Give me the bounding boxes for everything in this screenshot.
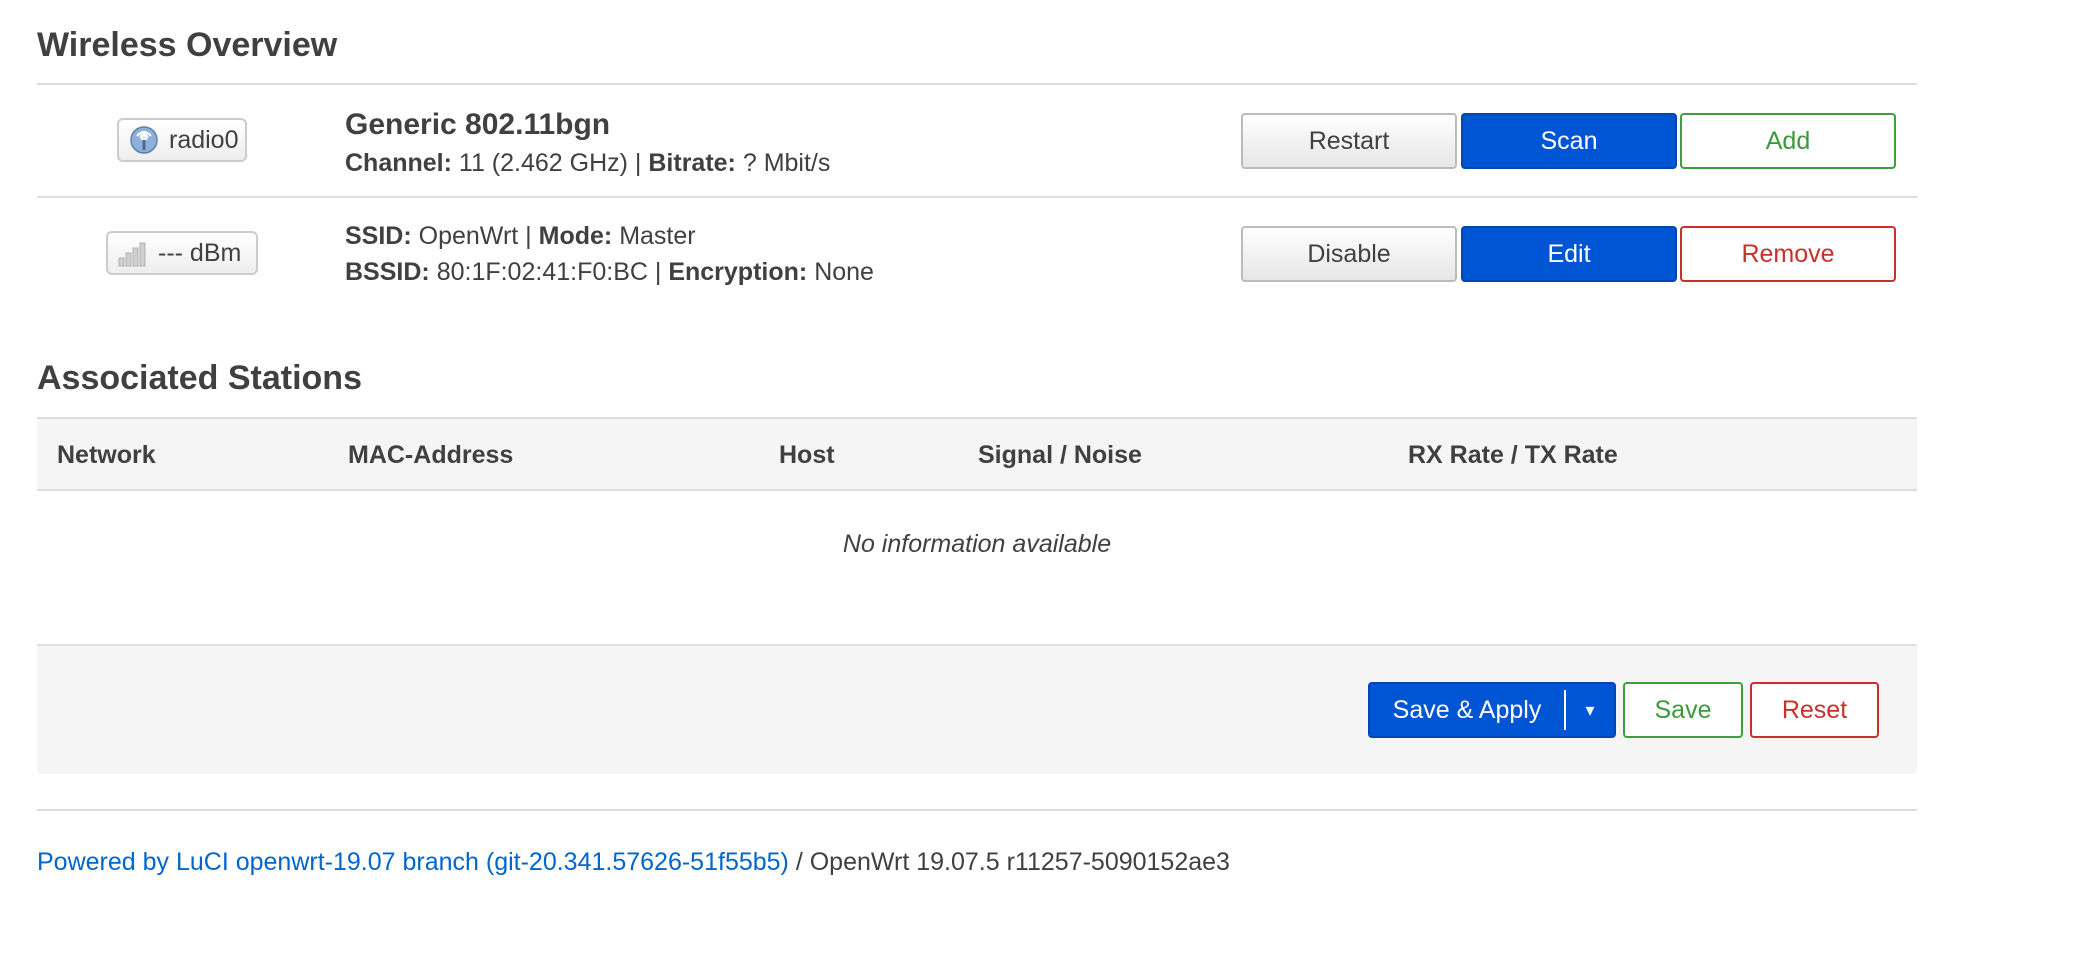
scan-button[interactable]: Scan (1461, 113, 1677, 169)
add-button[interactable]: Add (1680, 113, 1896, 169)
encryption-value: None (814, 258, 874, 286)
wifi-radio-icon (127, 125, 161, 155)
bitrate-value: ? Mbit/s (742, 149, 831, 177)
radio-device-row: radio0 Generic 802.11bgn Channel: 11 (2.… (37, 85, 1917, 197)
radio-name: Generic 802.11bgn (345, 108, 611, 141)
column-header-host: Host (779, 441, 835, 469)
disable-button[interactable]: Disable (1241, 226, 1457, 282)
radio-details: Channel: 11 (2.462 GHz) | Bitrate: ? Mbi… (345, 145, 830, 181)
signal-badge-label: --- dBm (158, 238, 242, 267)
save-apply-split-button: Save & Apply ▾ (1368, 682, 1616, 738)
footer-divider (37, 809, 1917, 811)
column-header-rx-tx-rate: RX Rate / TX Rate (1408, 441, 1618, 469)
column-header-mac-address: MAC-Address (348, 441, 514, 469)
network-bssid-line: BSSID: 80:1F:02:41:F0:BC | Encryption: N… (345, 254, 874, 290)
encryption-label: Encryption: (668, 258, 808, 286)
wireless-overview-title: Wireless Overview (37, 26, 338, 64)
radio-info: Generic 802.11bgn Channel: 11 (2.462 GHz… (345, 105, 830, 181)
separator: | (654, 258, 662, 286)
column-header-network: Network (57, 441, 156, 469)
wireless-network-row: --- dBm SSID: OpenWrt | Mode: Master BSS… (37, 198, 1917, 310)
signal-strength-icon (116, 238, 150, 268)
bssid-label: BSSID: (345, 258, 430, 286)
mode-value: Master (619, 222, 696, 250)
radio-badge: radio0 (117, 118, 247, 162)
save-button[interactable]: Save (1623, 682, 1743, 738)
stations-table-header: Network MAC-Address Host Signal / Noise … (37, 417, 1917, 491)
bitrate-label: Bitrate: (648, 149, 736, 177)
reset-button[interactable]: Reset (1750, 682, 1879, 738)
channel-label: Channel: (345, 149, 452, 177)
radio-badge-label: radio0 (169, 125, 239, 154)
luci-link[interactable]: Powered by LuCI openwrt-19.07 branch (gi… (37, 848, 789, 876)
associated-stations-title: Associated Stations (37, 359, 362, 397)
ssid-value: OpenWrt (418, 222, 519, 250)
channel-value: 11 (2.462 GHz) (458, 149, 628, 177)
column-header-signal-noise: Signal / Noise (978, 441, 1142, 469)
stations-empty-message: No information available (842, 530, 1112, 558)
separator: | (525, 222, 532, 250)
edit-button[interactable]: Edit (1461, 226, 1677, 282)
restart-button[interactable]: Restart (1241, 113, 1457, 169)
separator: | (634, 149, 642, 177)
openwrt-version: / OpenWrt 19.07.5 r11257-5090152ae3 (788, 848, 1230, 876)
bssid-value: 80:1F:02:41:F0:BC (436, 258, 648, 286)
footer: Powered by LuCI openwrt-19.07 branch (gi… (37, 848, 1230, 877)
network-info: SSID: OpenWrt | Mode: Master BSSID: 80:1… (345, 218, 874, 290)
signal-badge: --- dBm (106, 231, 258, 275)
remove-button[interactable]: Remove (1680, 226, 1896, 282)
chevron-down-icon[interactable]: ▾ (1566, 700, 1614, 721)
page-actions-bar: Save & Apply ▾ Save Reset (37, 644, 1917, 774)
ssid-label: SSID: (345, 222, 412, 250)
save-apply-button[interactable]: Save & Apply (1370, 690, 1566, 730)
mode-label: Mode: (538, 222, 613, 250)
network-ssid-line: SSID: OpenWrt | Mode: Master (345, 218, 874, 254)
